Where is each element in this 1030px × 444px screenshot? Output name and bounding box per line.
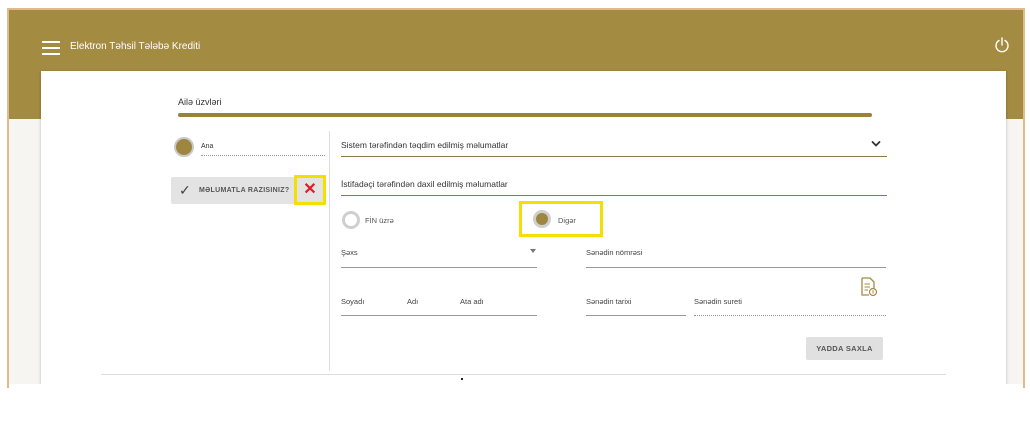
close-x-icon[interactable]: ✕ xyxy=(303,182,316,198)
bottom-divider xyxy=(101,374,946,375)
chevron-down-icon[interactable] xyxy=(871,139,881,149)
fin-radio-label: FİN üzrə xyxy=(365,216,394,225)
user-info-title: İstifadəçi tərəfindən daxil edilmiş məlu… xyxy=(341,179,508,189)
full-name-input[interactable] xyxy=(341,315,537,316)
document-upload-icon[interactable] xyxy=(860,277,878,297)
other-radio-label: Digər xyxy=(558,216,576,225)
doc-copy-label: Sənədin sureti xyxy=(694,297,742,306)
family-member-underline xyxy=(201,155,325,156)
system-info-title[interactable]: Sistem tərəfindən təqdim edilmiş məlumat… xyxy=(341,140,508,150)
app-title: Elektron Təhsil Tələbə Krediti xyxy=(70,41,201,52)
form-card: Ailə üzvləri Ana ✓ MƏLUMATLA RAZISINIZ? … xyxy=(41,71,1006,384)
doc-date-input[interactable] xyxy=(586,315,686,316)
reject-button[interactable]: ✕ xyxy=(294,175,326,205)
section-divider xyxy=(178,113,872,117)
doc-copy-input[interactable] xyxy=(694,315,886,316)
family-member-name: Ana xyxy=(201,143,214,150)
other-radio[interactable] xyxy=(533,210,551,228)
power-icon[interactable] xyxy=(994,37,1010,53)
consent-label: MƏLUMATLA RAZISINIZ? xyxy=(199,187,290,194)
person-label: Şəxs xyxy=(341,248,358,257)
father-name-label: Ata adı xyxy=(460,297,484,306)
app-window: Elektron Təhsil Tələbə Krediti Ailə üzvl… xyxy=(7,8,1025,384)
user-info-underline xyxy=(341,195,887,196)
check-icon[interactable]: ✓ xyxy=(179,182,191,199)
section-title: Ailə üzvləri xyxy=(178,97,222,107)
system-info-underline xyxy=(341,156,887,157)
save-button[interactable]: YADDA SAXLA xyxy=(806,337,883,360)
hamburger-menu-icon[interactable] xyxy=(42,41,60,55)
dropdown-arrow-icon[interactable] xyxy=(530,249,536,253)
stray-dot xyxy=(461,378,463,380)
doc-number-input[interactable] xyxy=(586,267,886,268)
name-label: Adı xyxy=(407,297,419,306)
fin-radio[interactable] xyxy=(342,211,360,229)
column-divider xyxy=(329,131,330,371)
doc-number-label: Sənədin nömrəsi xyxy=(586,248,643,257)
family-member-radio[interactable] xyxy=(174,137,194,157)
doc-date-label: Sənədin tarixi xyxy=(586,297,632,306)
surname-label: Soyadı xyxy=(341,297,365,306)
person-select[interactable] xyxy=(341,267,537,268)
